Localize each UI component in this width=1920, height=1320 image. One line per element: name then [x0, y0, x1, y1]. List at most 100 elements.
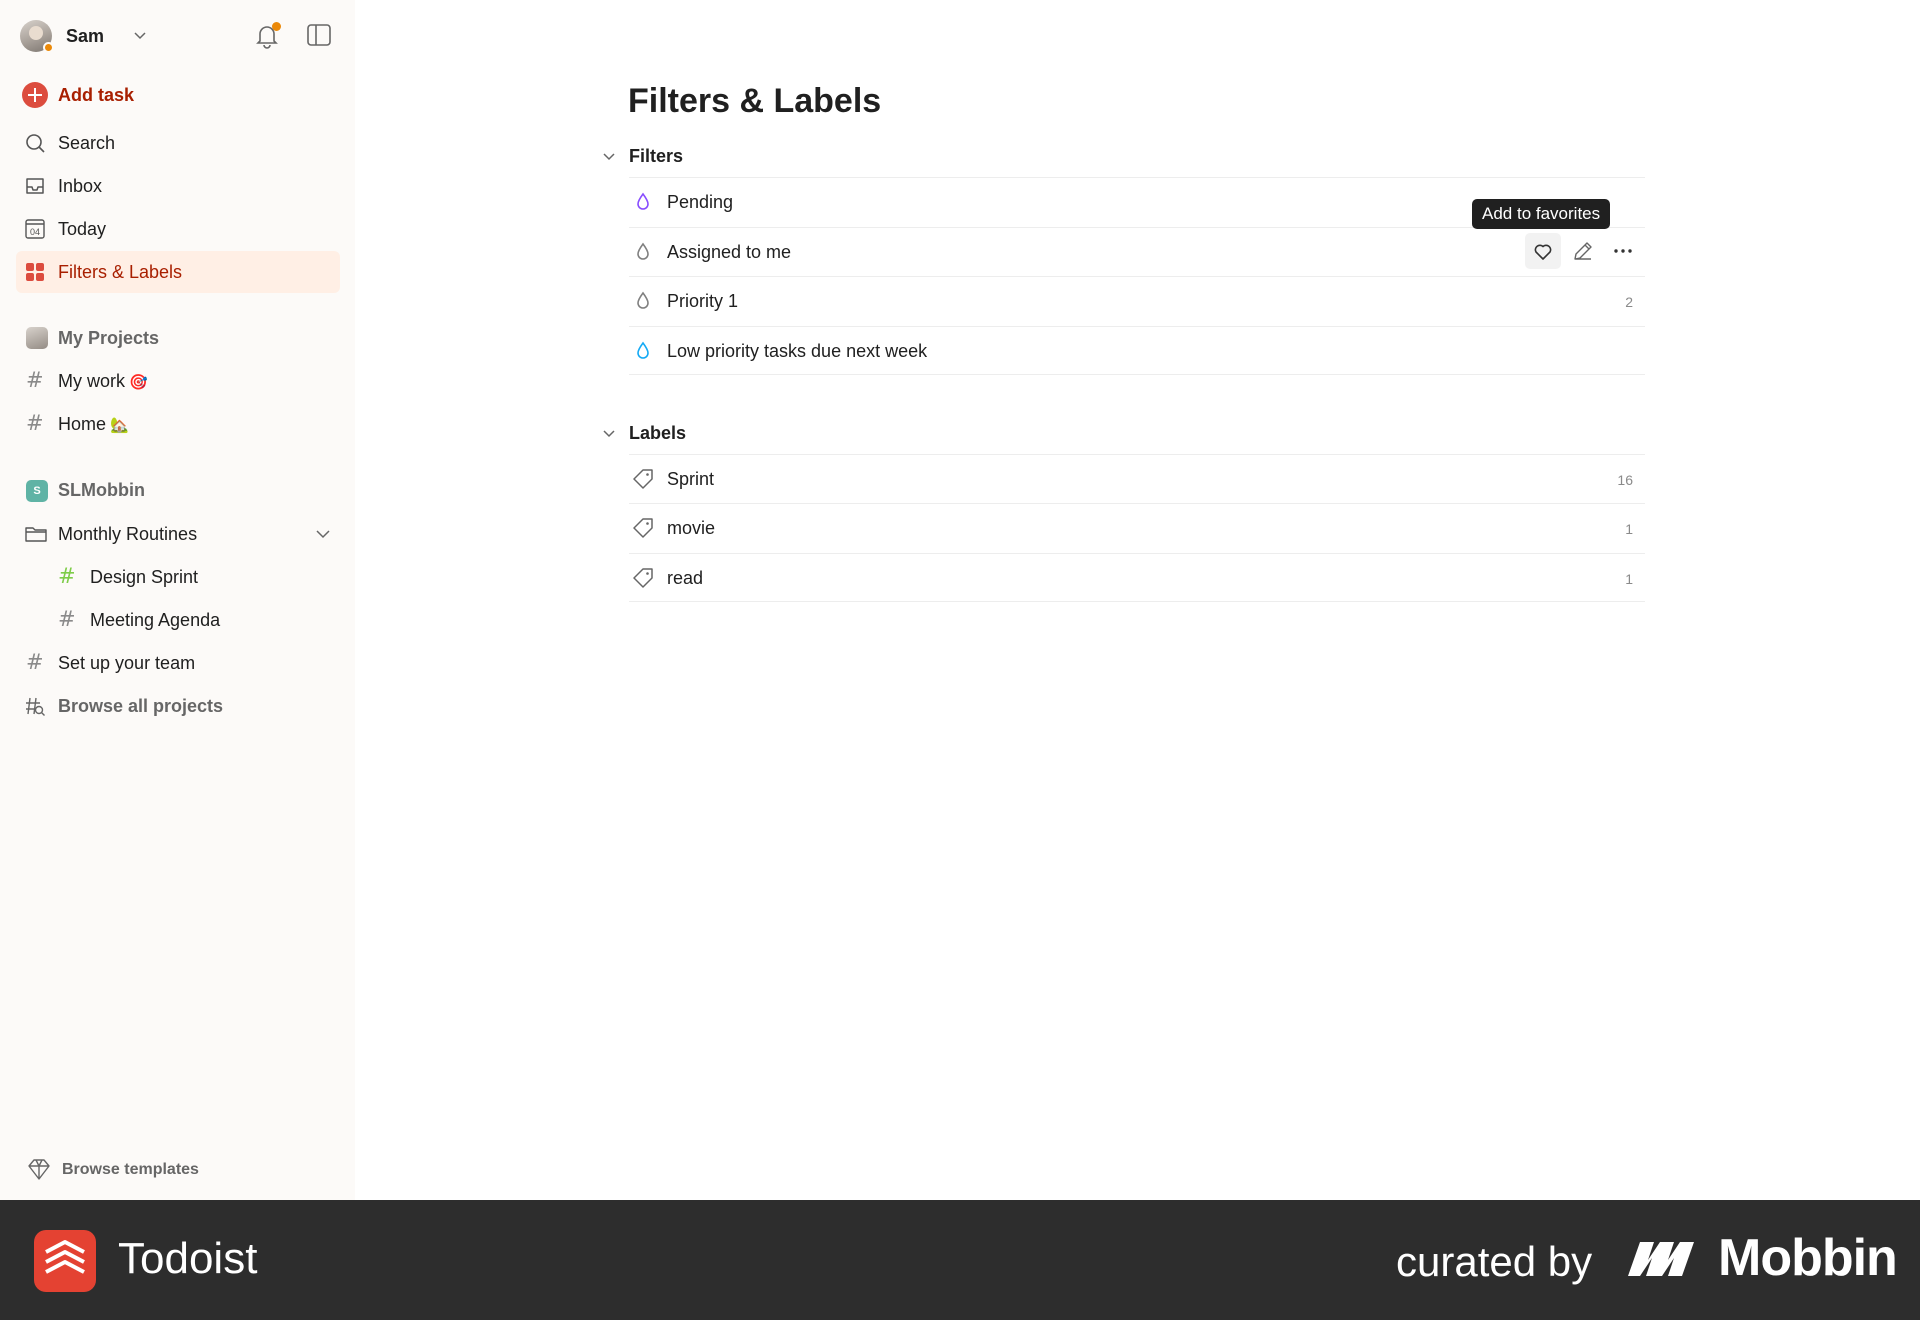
hash-icon: #: [58, 607, 76, 631]
filter-label: Assigned to me: [667, 242, 792, 262]
heart-icon: [1534, 244, 1552, 260]
sidebar-item-label: Today: [58, 219, 107, 239]
sidebar-project-set-up-team[interactable]: # Set up your team: [16, 642, 340, 684]
team-header[interactable]: S SLMobbin: [16, 470, 340, 510]
mobbin-logo-icon: [1626, 1238, 1708, 1283]
sidebar-item-label: Filters & Labels: [58, 262, 183, 282]
labels-group-header: Labels: [600, 412, 1920, 456]
my-projects-header[interactable]: My Projects: [16, 318, 340, 358]
hash-icon: #: [58, 564, 76, 588]
favorites-tooltip: Add to favorites: [1472, 199, 1611, 229]
tag-icon: [631, 467, 655, 491]
project-label: Meeting Agenda: [90, 610, 221, 630]
tag-icon: [631, 516, 655, 540]
more-icon: [1614, 249, 1632, 253]
sidebar-item-label: Search: [58, 133, 116, 153]
drop-icon: [631, 190, 655, 214]
filter-label: Pending: [667, 192, 734, 212]
browse-projects-icon: [24, 695, 46, 717]
sidebar-folder-monthly-routines[interactable]: Monthly Routines: [16, 513, 340, 555]
hash-icon: #: [26, 411, 44, 435]
pencil-icon: [1574, 242, 1592, 260]
project-emoji: 🎯: [129, 374, 148, 391]
calendar-icon: 04: [24, 218, 46, 240]
filters-title: Filters: [629, 146, 684, 166]
row-actions: [1525, 233, 1645, 271]
chevron-down-icon[interactable]: [314, 525, 332, 548]
search-icon: [24, 132, 46, 154]
add-task-label: Add task: [58, 85, 135, 105]
sidebar-project-design-sprint[interactable]: # Design Sprint: [16, 556, 340, 598]
chevron-down-icon[interactable]: [600, 424, 618, 447]
sidebar-browse-all-projects[interactable]: Browse all projects: [16, 685, 340, 727]
section-title: My Projects: [58, 328, 160, 348]
sidebar: Sam Add task Search Inbox 04 Today Filte…: [0, 0, 355, 1200]
label-count: 1: [1625, 571, 1633, 587]
team-badge: S: [26, 480, 48, 502]
sidebar-item-today[interactable]: 04 Today: [16, 208, 340, 250]
browse-templates-button[interactable]: Browse templates: [24, 1155, 324, 1185]
filter-count: 2: [1625, 294, 1633, 310]
main-content: Filters & Labels Filters Pending Assigne…: [355, 0, 1920, 1200]
user-name[interactable]: Sam: [66, 26, 104, 47]
drop-icon: [631, 289, 655, 313]
sidebar-toggle-icon[interactable]: [306, 22, 332, 53]
browse-templates-label: Browse templates: [62, 1161, 199, 1178]
drop-icon: [631, 240, 655, 264]
filter-row-assigned-to-me[interactable]: Assigned to me: [629, 227, 1645, 276]
mobbin-brand: Mobbin: [1718, 1229, 1898, 1287]
projects-avatar: [26, 327, 48, 349]
folder-icon: [24, 523, 47, 545]
chevron-down-icon[interactable]: [600, 147, 618, 170]
edit-button[interactable]: [1565, 233, 1601, 269]
sidebar-project-my-work[interactable]: # My work 🎯: [16, 360, 340, 402]
project-label: My work: [58, 371, 125, 391]
favorite-button[interactable]: [1525, 233, 1561, 269]
label-count: 1: [1625, 521, 1633, 537]
page-title: Filters & Labels: [628, 82, 882, 120]
filter-label: Low priority tasks due next week: [667, 341, 928, 361]
filter-label: Priority 1: [667, 291, 739, 311]
filter-row-priority-1[interactable]: Priority 1 2: [629, 276, 1645, 325]
todoist-logo-icon: [34, 1230, 96, 1292]
label-row-movie[interactable]: movie 1: [629, 503, 1645, 552]
label-name: movie: [667, 518, 716, 538]
label-row-read[interactable]: read 1: [629, 553, 1645, 602]
tag-icon: [631, 566, 655, 590]
sidebar-project-meeting-agenda[interactable]: # Meeting Agenda: [16, 599, 340, 641]
sidebar-project-home[interactable]: # Home 🏡: [16, 403, 340, 445]
project-label: Design Sprint: [90, 567, 199, 587]
label-name: Sprint: [667, 469, 715, 489]
diamond-icon: [26, 1157, 52, 1188]
sidebar-item-label: Inbox: [58, 176, 103, 196]
sidebar-item-search[interactable]: Search: [16, 122, 340, 164]
labels-title: Labels: [629, 423, 687, 443]
chevron-down-icon[interactable]: [132, 27, 148, 48]
sidebar-item-inbox[interactable]: Inbox: [16, 165, 340, 207]
filter-row-low-priority[interactable]: Low priority tasks due next week: [629, 326, 1645, 375]
label-count: 16: [1617, 472, 1633, 488]
app-name: Todoist: [118, 1234, 258, 1283]
more-button[interactable]: [1605, 233, 1641, 269]
folder-label: Monthly Routines: [58, 524, 198, 544]
grid-icon: [24, 261, 46, 283]
user-avatar[interactable]: [20, 20, 54, 53]
hash-icon: #: [26, 650, 44, 674]
sidebar-header: Sam: [20, 18, 340, 54]
status-dot: [43, 42, 54, 53]
inbox-icon: [24, 175, 46, 197]
sidebar-item-filters-labels[interactable]: Filters & Labels: [16, 251, 340, 293]
hash-icon: #: [26, 368, 44, 392]
filters-group-header: Filters: [600, 135, 1920, 179]
notification-dot: [272, 22, 281, 31]
add-task-button[interactable]: Add task: [16, 74, 340, 116]
label-row-sprint[interactable]: Sprint 16: [629, 454, 1645, 503]
project-label: Home: [58, 414, 107, 434]
drop-icon: [631, 339, 655, 363]
project-label: Set up your team: [58, 653, 196, 673]
svg-text:04: 04: [30, 227, 40, 237]
curated-by-text: curated by: [1396, 1238, 1593, 1285]
section-title: SLMobbin: [58, 480, 145, 500]
project-emoji: 🏡: [110, 417, 129, 434]
footer-banner: Todoist curated by Mobbin: [0, 1200, 1920, 1320]
